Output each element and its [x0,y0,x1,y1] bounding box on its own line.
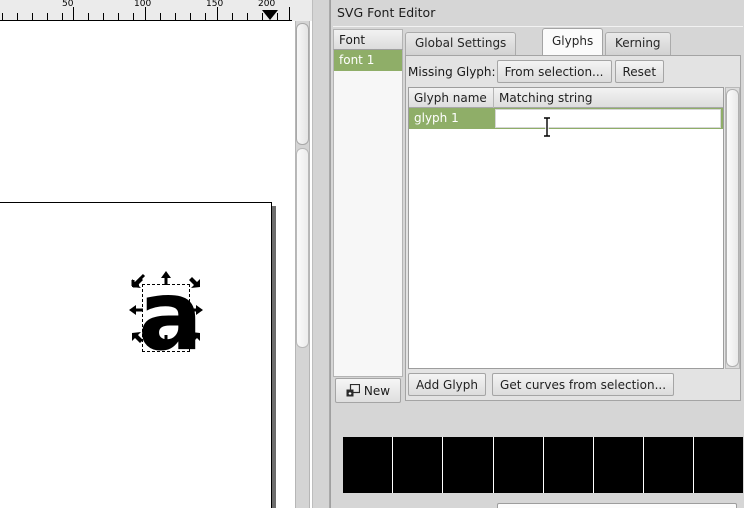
font-list-header: Font [333,29,403,50]
ruler-label-200: 200 [258,0,275,9]
ruler-position-marker-icon [262,10,278,20]
selection-handle-nw[interactable] [130,272,146,288]
panel-title: SVG Font Editor [337,5,435,20]
canvas-scrollbar-thumb-upper[interactable] [296,23,309,145]
editor-canvas-area[interactable]: a [0,0,330,508]
preview-cell[interactable] [393,437,443,493]
reset-button[interactable]: Reset [615,60,665,83]
canvas-scrollbar-thumb-lower[interactable] [296,148,309,348]
preview-text-input[interactable]: Sample Text [497,503,737,508]
mouse-cursor-ibeam [541,117,553,137]
preview-cell[interactable] [443,437,494,493]
font-list-panel: Font font 1 [333,29,403,401]
new-font-button[interactable]: New [335,378,401,403]
selection-handle-w[interactable] [129,302,145,318]
selection-handle-ne[interactable] [186,272,202,288]
missing-glyph-label: Missing Glyph: [408,65,497,79]
panel-titlebar: SVG Font Editor ◀ ✖ [331,0,744,25]
ruler-label-150: 150 [206,0,223,9]
glyph-actions-row: Add Glyph Get curves from selection... [408,373,677,398]
panel-splitter[interactable] [312,0,330,508]
selection-handle-n[interactable] [158,271,174,287]
new-font-button-label: New [364,384,390,398]
preview-cell[interactable] [594,437,644,493]
glyph-table-header: Glyph name Matching string [409,88,723,108]
preview-cell[interactable] [343,437,393,493]
selection-handle-e[interactable] [187,302,203,318]
document-page-shadow [272,206,276,508]
preview-cell[interactable] [544,437,594,493]
panel-body: Font font 1 New Global Settings Glyphs K… [333,26,743,507]
screen-root: a [0,0,744,508]
matching-string-input[interactable] [495,109,721,128]
from-selection-button[interactable]: From selection... [497,60,612,83]
glyph-preview-strip[interactable] [343,437,743,493]
glyph-table-scrollbar-thumb[interactable] [726,89,739,367]
get-curves-from-selection-button[interactable]: Get curves from selection... [492,373,674,396]
ruler-label-100: 100 [134,0,151,9]
column-header-matching-string[interactable]: Matching string [494,88,723,108]
ruler-label-50: 50 [62,0,73,9]
add-glyph-button[interactable]: Add Glyph [408,373,486,396]
preview-cell[interactable] [494,437,544,493]
selection-handle-se[interactable] [186,332,202,348]
font-list[interactable]: font 1 [333,50,403,377]
table-row[interactable]: glyph 1 [409,108,723,129]
glyph-table[interactable]: Glyph name Matching string glyph 1 [408,87,724,369]
missing-glyph-row: Missing Glyph: From selection... Reset [408,60,667,83]
preview-cell[interactable] [694,437,742,493]
font-list-item-font-1[interactable]: font 1 [334,50,402,71]
tab-global-settings[interactable]: Global Settings [405,32,516,55]
tab-kerning[interactable]: Kerning [605,32,671,55]
svg-font-editor-panel: SVG Font Editor ◀ ✖ Font font 1 New [330,0,744,508]
selected-glyph-object[interactable]: a [130,272,202,364]
column-header-glyph-name[interactable]: Glyph name [409,88,494,108]
selection-handle-s[interactable] [158,333,174,349]
cell-glyph-name[interactable]: glyph 1 [409,108,494,129]
selection-handle-sw[interactable] [130,332,146,348]
notebook-tabstrip: Global Settings Glyphs Kerning [405,29,741,55]
new-font-icon [346,384,360,398]
glyphs-tab-page: Missing Glyph: From selection... Reset G… [405,55,741,401]
preview-cell[interactable] [644,437,694,493]
tab-glyphs[interactable]: Glyphs [542,28,603,55]
horizontal-ruler[interactable]: 50 100 150 200 [0,0,292,21]
preview-text-row: Preview Text: Sample Text [333,497,743,508]
